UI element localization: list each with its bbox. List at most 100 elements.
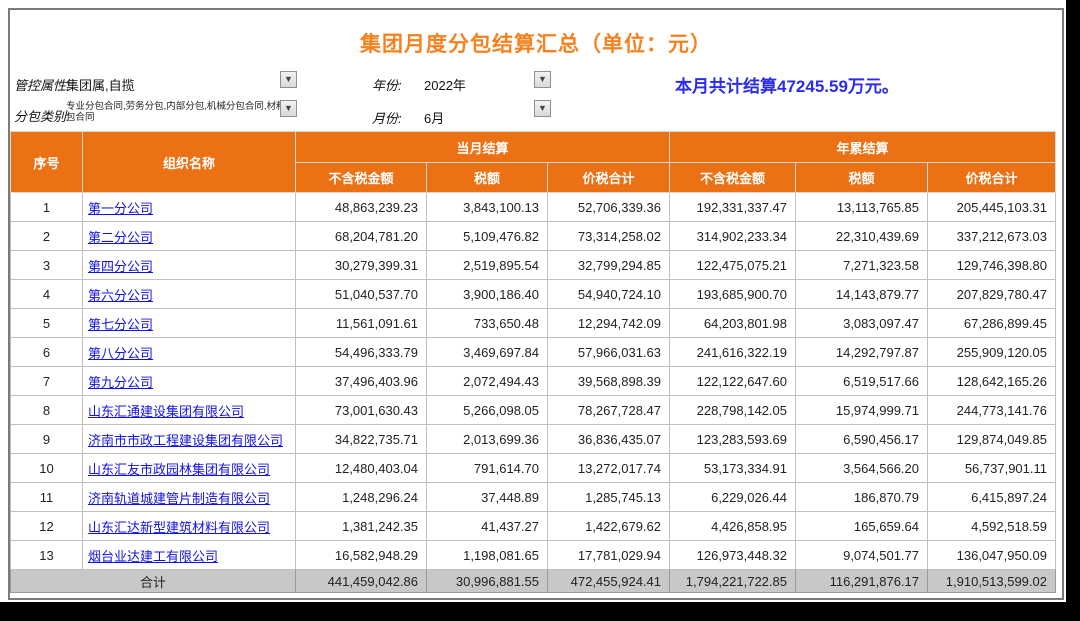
total-month-untaxed: 441,459,042.86 bbox=[296, 570, 427, 593]
col-header-year-untaxed: 不含税金额 bbox=[670, 163, 796, 193]
table-row: 3第四分公司30,279,399.312,519,895.5432,799,29… bbox=[11, 251, 1056, 280]
cell-year-untaxed: 122,122,647.60 bbox=[670, 367, 796, 396]
cell-month-tax: 3,843,100.13 bbox=[427, 193, 548, 222]
org-link[interactable]: 第八分公司 bbox=[88, 346, 153, 361]
cell-month-total: 54,940,724.10 bbox=[548, 280, 670, 309]
cell-month-untaxed: 30,279,399.31 bbox=[296, 251, 427, 280]
row-org-cell: 第八分公司 bbox=[83, 338, 296, 367]
cell-month-untaxed: 11,561,091.61 bbox=[296, 309, 427, 338]
table-row: 11济南轨道城建管片制造有限公司1,248,296.2437,448.891,2… bbox=[11, 483, 1056, 512]
cell-year-tax: 14,143,879.77 bbox=[796, 280, 928, 309]
total-month-tax: 30,996,881.55 bbox=[427, 570, 548, 593]
subcontract-type-dropdown[interactable]: ▼ bbox=[280, 100, 297, 117]
org-link[interactable]: 山东汇达新型建筑材料有限公司 bbox=[88, 520, 270, 535]
cell-year-untaxed: 193,685,900.70 bbox=[670, 280, 796, 309]
month-dropdown[interactable]: ▼ bbox=[534, 100, 551, 117]
cell-year-total: 136,047,950.09 bbox=[928, 541, 1056, 570]
cell-month-total: 73,314,258.02 bbox=[548, 222, 670, 251]
org-link[interactable]: 济南市市政工程建设集团有限公司 bbox=[88, 433, 283, 448]
cell-month-untaxed: 48,863,239.23 bbox=[296, 193, 427, 222]
cell-month-total: 36,836,435.07 bbox=[548, 425, 670, 454]
col-header-year-tax: 税额 bbox=[796, 163, 928, 193]
cell-year-untaxed: 241,616,322.19 bbox=[670, 338, 796, 367]
col-header-year-total: 价税合计 bbox=[928, 163, 1056, 193]
cell-month-total: 1,285,745.13 bbox=[548, 483, 670, 512]
cell-month-total: 13,272,017.74 bbox=[548, 454, 670, 483]
total-year-tax: 116,291,876.17 bbox=[796, 570, 928, 593]
cell-month-untaxed: 1,248,296.24 bbox=[296, 483, 427, 512]
cell-year-total: 207,829,780.47 bbox=[928, 280, 1056, 309]
cell-year-total: 244,773,141.76 bbox=[928, 396, 1056, 425]
org-link[interactable]: 第七分公司 bbox=[88, 317, 153, 332]
cell-year-tax: 9,074,501.77 bbox=[796, 541, 928, 570]
year-label: 年份: bbox=[372, 75, 402, 94]
report-page: 集团月度分包结算汇总（单位：元） 管控属性: 集团属,自揽 ▼ 年份: 2022… bbox=[0, 0, 1066, 602]
org-link[interactable]: 第二分公司 bbox=[88, 230, 153, 245]
total-label: 合计 bbox=[11, 570, 296, 593]
row-seq: 13 bbox=[11, 541, 83, 570]
cell-month-total: 12,294,742.09 bbox=[548, 309, 670, 338]
total-year-untaxed: 1,794,221,722.85 bbox=[670, 570, 796, 593]
col-header-org: 组织名称 bbox=[83, 132, 296, 193]
cell-year-untaxed: 64,203,801.98 bbox=[670, 309, 796, 338]
org-link[interactable]: 山东汇通建设集团有限公司 bbox=[88, 404, 244, 419]
row-org-cell: 第二分公司 bbox=[83, 222, 296, 251]
table-row: 10山东汇友市政园林集团有限公司12,480,403.04791,614.701… bbox=[11, 454, 1056, 483]
settlement-table: 序号 组织名称 当月结算 年累结算 不含税金额 税额 价税合计 不含税金额 税额… bbox=[10, 131, 1056, 593]
cell-year-untaxed: 314,902,233.34 bbox=[670, 222, 796, 251]
cell-month-tax: 3,469,697.84 bbox=[427, 338, 548, 367]
row-seq: 1 bbox=[11, 193, 83, 222]
org-link[interactable]: 烟台业达建工有限公司 bbox=[88, 549, 218, 564]
org-link[interactable]: 山东汇友市政园林集团有限公司 bbox=[88, 462, 270, 477]
row-seq: 2 bbox=[11, 222, 83, 251]
org-link[interactable]: 第一分公司 bbox=[88, 201, 153, 216]
org-link[interactable]: 第六分公司 bbox=[88, 288, 153, 303]
cell-year-untaxed: 123,283,593.69 bbox=[670, 425, 796, 454]
row-seq: 11 bbox=[11, 483, 83, 512]
table-row: 12山东汇达新型建筑材料有限公司1,381,242.3541,437.271,4… bbox=[11, 512, 1056, 541]
cell-month-untaxed: 34,822,735.71 bbox=[296, 425, 427, 454]
row-seq: 4 bbox=[11, 280, 83, 309]
cell-year-total: 128,642,165.26 bbox=[928, 367, 1056, 396]
cell-year-tax: 186,870.79 bbox=[796, 483, 928, 512]
cell-year-untaxed: 6,229,026.44 bbox=[670, 483, 796, 512]
table-row: 7第九分公司37,496,403.962,072,494.4339,568,89… bbox=[11, 367, 1056, 396]
year-dropdown[interactable]: ▼ bbox=[534, 71, 551, 88]
cell-month-total: 17,781,029.94 bbox=[548, 541, 670, 570]
org-link[interactable]: 第四分公司 bbox=[88, 259, 153, 274]
cell-month-total: 57,966,031.63 bbox=[548, 338, 670, 367]
cell-year-tax: 6,519,517.66 bbox=[796, 367, 928, 396]
col-group-month: 当月结算 bbox=[296, 132, 670, 163]
chevron-down-icon: ▼ bbox=[284, 75, 293, 84]
control-attr-dropdown[interactable]: ▼ bbox=[280, 71, 297, 88]
total-row: 合计 441,459,042.86 30,996,881.55 472,455,… bbox=[11, 570, 1056, 593]
row-seq: 5 bbox=[11, 309, 83, 338]
row-seq: 9 bbox=[11, 425, 83, 454]
table-row: 1第一分公司48,863,239.233,843,100.1352,706,33… bbox=[11, 193, 1056, 222]
table-row: 5 第七分公司 11,561,091.61733,650.4812,294,742.… bbox=[11, 309, 1056, 338]
cell-month-untaxed: 1,381,242.35 bbox=[296, 512, 427, 541]
row-org-cell: 第四分公司 bbox=[83, 251, 296, 280]
cell-month-total: 32,799,294.85 bbox=[548, 251, 670, 280]
month-total-summary: 本月共计结算47245.59万元。 bbox=[675, 72, 899, 97]
row-org-cell: 山东汇友市政园林集团有限公司 bbox=[83, 454, 296, 483]
col-group-year: 年累结算 bbox=[670, 132, 1056, 163]
cell-year-tax: 3,083,097.47 bbox=[796, 309, 928, 338]
col-header-seq: 序号 bbox=[11, 132, 83, 193]
org-link[interactable]: 济南轨道城建管片制造有限公司 bbox=[88, 491, 270, 506]
org-link[interactable]: 第九分公司 bbox=[88, 375, 153, 390]
year-value: 2022年 bbox=[424, 75, 466, 94]
report-frame: 集团月度分包结算汇总（单位：元） 管控属性: 集团属,自揽 ▼ 年份: 2022… bbox=[8, 8, 1064, 600]
row-seq: 7 bbox=[11, 367, 83, 396]
row-org-cell: 山东汇通建设集团有限公司 bbox=[83, 396, 296, 425]
cell-year-total: 205,445,103.31 bbox=[928, 193, 1056, 222]
cell-year-untaxed: 192,331,337.47 bbox=[670, 193, 796, 222]
cell-year-tax: 14,292,797.87 bbox=[796, 338, 928, 367]
table-row: 9济南市市政工程建设集团有限公司34,822,735.712,013,699.3… bbox=[11, 425, 1056, 454]
control-attr-value: 集团属,自揽 bbox=[66, 75, 135, 94]
chevron-down-icon: ▼ bbox=[538, 75, 547, 84]
cell-year-tax: 15,974,999.71 bbox=[796, 396, 928, 425]
cell-year-total: 6,415,897.24 bbox=[928, 483, 1056, 512]
cell-month-tax: 733,650.48 bbox=[427, 309, 548, 338]
row-org-cell: 济南市市政工程建设集团有限公司 bbox=[83, 425, 296, 454]
